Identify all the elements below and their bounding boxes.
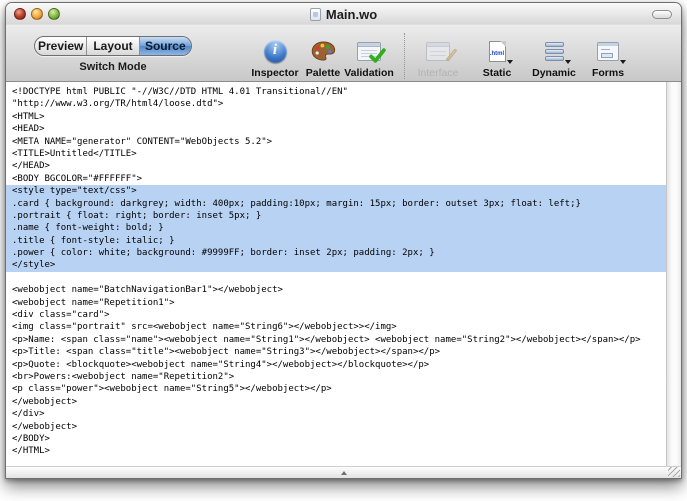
- code-line: <webobject name="Repetition1">: [6, 297, 666, 309]
- code-line: .card { background: darkgrey; width: 400…: [6, 198, 666, 210]
- code-line: </webobject>: [6, 396, 666, 408]
- code-line: "http://www.w3.org/TR/html4/loose.dtd">: [6, 98, 666, 110]
- code-line: <BODY BGCOLOR="#FFFFFF">: [6, 173, 666, 185]
- code-line: <style type="text/css">: [6, 185, 666, 197]
- mode-segmented-control: Preview Layout Source: [34, 36, 192, 56]
- forms-button[interactable]: Forms: [587, 33, 629, 79]
- split-pane-divider[interactable]: [6, 466, 681, 478]
- resize-grip-icon[interactable]: [668, 467, 680, 477]
- dropdown-arrow-icon: [507, 60, 513, 64]
- tab-source[interactable]: Source: [140, 37, 191, 55]
- dropdown-arrow-icon: [620, 60, 626, 64]
- code-line: <p>Name: <span class="name"><webobject n…: [6, 334, 666, 346]
- code-line: <HTML>: [6, 111, 666, 123]
- dropdown-arrow-icon: [565, 60, 571, 64]
- title-area: Main.wo: [6, 3, 681, 25]
- code-line: <div class="card">: [6, 309, 666, 321]
- code-line: <br>Powers:<webobject name="Repetition2"…: [6, 371, 666, 383]
- code-line: </style>: [6, 259, 666, 271]
- split-collapse-handle-icon[interactable]: [341, 471, 347, 475]
- code-line: <img class="portrait" src=<webobject nam…: [6, 321, 666, 333]
- code-line: <TITLE>Untitled</TITLE>: [6, 148, 666, 160]
- code-line: </BODY>: [6, 433, 666, 445]
- content-area: <!DOCTYPE html PUBLIC "-//W3C//DTD HTML …: [6, 82, 681, 478]
- code-line: <webobject name="BatchNavigationBar1"></…: [6, 284, 666, 296]
- validation-check-icon: [357, 37, 381, 65]
- tab-preview[interactable]: Preview: [35, 37, 87, 55]
- mode-switcher-group: Preview Layout Source Switch Mode: [34, 36, 192, 73]
- toolbar-toggle-pill[interactable]: [652, 10, 672, 19]
- window-title: Main.wo: [326, 7, 377, 22]
- code-line: .portrait { float: right; border: inset …: [6, 210, 666, 222]
- interface-button: Interface: [411, 33, 465, 79]
- vertical-scrollbar[interactable]: [666, 82, 681, 466]
- html-document-icon: .html: [489, 37, 506, 65]
- code-line: <p>Title: <span class="title"><webobject…: [6, 346, 666, 358]
- forms-window-icon: [597, 37, 619, 65]
- code-line: .power { color: white; background: #9999…: [6, 247, 666, 259]
- code-line: <p>Quote: <blockquote><webobject name="S…: [6, 359, 666, 371]
- toolbar-separator: [404, 33, 405, 79]
- code-line: </HEAD>: [6, 160, 666, 172]
- mode-switcher-caption: Switch Mode: [34, 61, 192, 73]
- info-icon: i: [264, 37, 287, 65]
- dynamic-button[interactable]: Dynamic: [529, 33, 579, 79]
- code-line: <!DOCTYPE html PUBLIC "-//W3C//DTD HTML …: [6, 86, 666, 98]
- code-line: <p class="power"><webobject name="String…: [6, 383, 666, 395]
- source-editor[interactable]: <!DOCTYPE html PUBLIC "-//W3C//DTD HTML …: [6, 82, 681, 466]
- dynamic-elements-icon: [545, 37, 564, 65]
- document-icon: [310, 8, 321, 21]
- code-line: </div>: [6, 408, 666, 420]
- palette-icon: [311, 37, 336, 65]
- code-line: .name { font-weight: bold; }: [6, 222, 666, 234]
- code-line: .title { font-style: italic; }: [6, 235, 666, 247]
- static-button[interactable]: .html Static: [476, 33, 518, 79]
- code-line: <HEAD>: [6, 123, 666, 135]
- toolbar: Preview Layout Source Switch Mode i Insp…: [6, 25, 681, 82]
- validation-button[interactable]: Validation: [340, 33, 398, 79]
- webobjects-builder-window: Main.wo Preview Layout Source Switch Mod…: [5, 2, 682, 479]
- inspector-button[interactable]: i Inspector: [246, 33, 304, 79]
- title-bar[interactable]: Main.wo: [6, 3, 681, 25]
- code-line: </webobject>: [6, 421, 666, 433]
- code-line: <META NAME="generator" CONTENT="WebObjec…: [6, 136, 666, 148]
- code-line: [6, 272, 666, 284]
- interface-pencil-icon: [426, 37, 450, 65]
- code-line: </HTML>: [6, 445, 666, 457]
- tab-layout[interactable]: Layout: [87, 37, 139, 55]
- desktop: Main.wo Preview Layout Source Switch Mod…: [0, 0, 687, 501]
